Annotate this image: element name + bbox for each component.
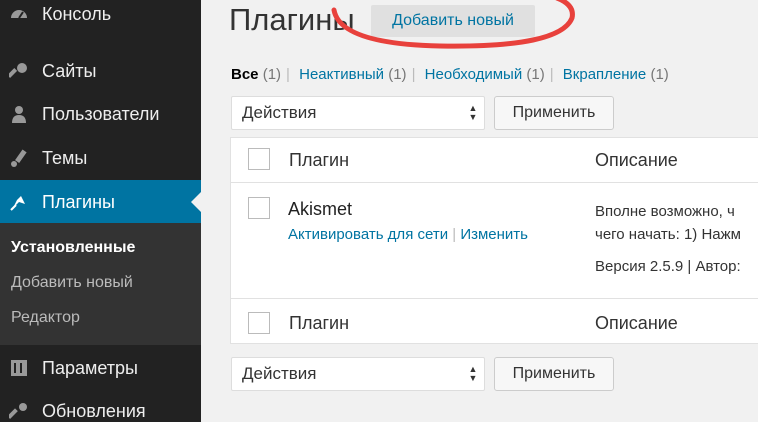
sidebar-item-label: Параметры <box>42 357 138 378</box>
red-annotation-circle <box>331 0 575 49</box>
wrench-icon <box>8 400 30 422</box>
plugins-table: Плагин Описание Akismet Активировать для… <box>230 137 758 344</box>
submenu-add-new[interactable]: Добавить новый <box>11 274 133 292</box>
status-filters: Все (1) | Неактивный (1) | Необходимый (1)… <box>231 66 669 83</box>
select-all-checkbox-bottom[interactable] <box>248 312 270 334</box>
filter-count: (1) <box>388 66 407 83</box>
divider <box>231 298 758 299</box>
divider <box>231 182 758 183</box>
sidebar-item-console[interactable]: Консоль <box>0 0 201 36</box>
sidebar-item-themes[interactable]: Темы <box>0 136 201 180</box>
apply-button-bottom[interactable]: Применить <box>494 357 614 391</box>
sidebar-item-settings[interactable]: Параметры <box>0 346 201 390</box>
dashboard-icon <box>8 3 30 25</box>
submenu-installed[interactable]: Установленные <box>11 239 135 257</box>
description-line: чего начать: 1) Нажм <box>595 226 741 243</box>
filter-all[interactable]: Все <box>231 66 259 83</box>
sidebar-item-label: Плагины <box>42 191 115 212</box>
plugin-icon <box>8 191 30 213</box>
column-header-description: Описание <box>595 150 678 170</box>
bulk-actions-select-top[interactable]: Действия ▲ ▼ <box>231 96 485 130</box>
apply-button-top[interactable]: Применить <box>494 96 614 130</box>
filter-must-use[interactable]: Необходимый <box>425 66 523 83</box>
column-footer-description: Описание <box>595 313 678 333</box>
filter-count: (1) <box>650 66 669 83</box>
brush-icon <box>8 147 30 169</box>
sidebar-item-label: Обновления <box>42 400 146 421</box>
description-line: Вполне возможно, ч <box>595 203 735 220</box>
sidebar-item-updates[interactable]: Обновления <box>0 389 201 422</box>
key-icon <box>8 60 30 82</box>
sidebar-item-label: Сайты <box>42 60 97 81</box>
sidebar-item-label: Темы <box>42 147 88 168</box>
select-all-checkbox-top[interactable] <box>248 148 270 170</box>
sidebar-item-label: Консоль <box>42 3 112 24</box>
sidebar-item-plugins[interactable]: Плагины <box>0 180 201 224</box>
plugin-row-checkbox[interactable] <box>248 197 270 219</box>
edit-plugin-link[interactable]: Изменить <box>460 226 528 243</box>
plugin-meta: Версия 2.5.9 | Автор: <box>595 258 741 275</box>
column-footer-plugin[interactable]: Плагин <box>289 313 349 334</box>
submenu-editor[interactable]: Редактор <box>11 309 80 327</box>
bulk-actions-value: Действия <box>242 103 317 122</box>
sidebar-item-users[interactable]: Пользователи <box>0 92 201 136</box>
select-arrows-icon: ▲ ▼ <box>468 103 478 122</box>
column-header-plugin[interactable]: Плагин <box>289 150 349 171</box>
admin-sidebar: Консоль Сайты Пользователи Темы Плагины … <box>0 0 201 422</box>
plugin-row-actions: Активировать для сети | Изменить <box>288 226 528 243</box>
plugin-description: Вполне возможно, ч чего начать: 1) Нажм <box>595 200 741 246</box>
activate-network-link[interactable]: Активировать для сети <box>288 226 448 243</box>
sidebar-item-sites[interactable]: Сайты <box>0 49 201 93</box>
action-separator: | <box>452 226 457 243</box>
filter-inactive[interactable]: Неактивный <box>299 66 384 83</box>
bulk-actions-select-bottom[interactable]: Действия ▲ ▼ <box>231 357 485 391</box>
settings-icon <box>8 357 30 379</box>
select-arrows-icon: ▲ ▼ <box>468 364 478 383</box>
user-icon <box>8 103 30 125</box>
sidebar-item-label: Пользователи <box>42 103 160 124</box>
bulk-actions-value: Действия <box>242 364 317 383</box>
filter-dropins[interactable]: Вкрапление <box>563 66 646 83</box>
plugin-name: Akismet <box>288 199 353 219</box>
filter-count: (1) <box>526 66 545 83</box>
plugins-submenu: Установленные Добавить новый Редактор <box>0 223 201 345</box>
filter-count: (1) <box>262 66 282 83</box>
